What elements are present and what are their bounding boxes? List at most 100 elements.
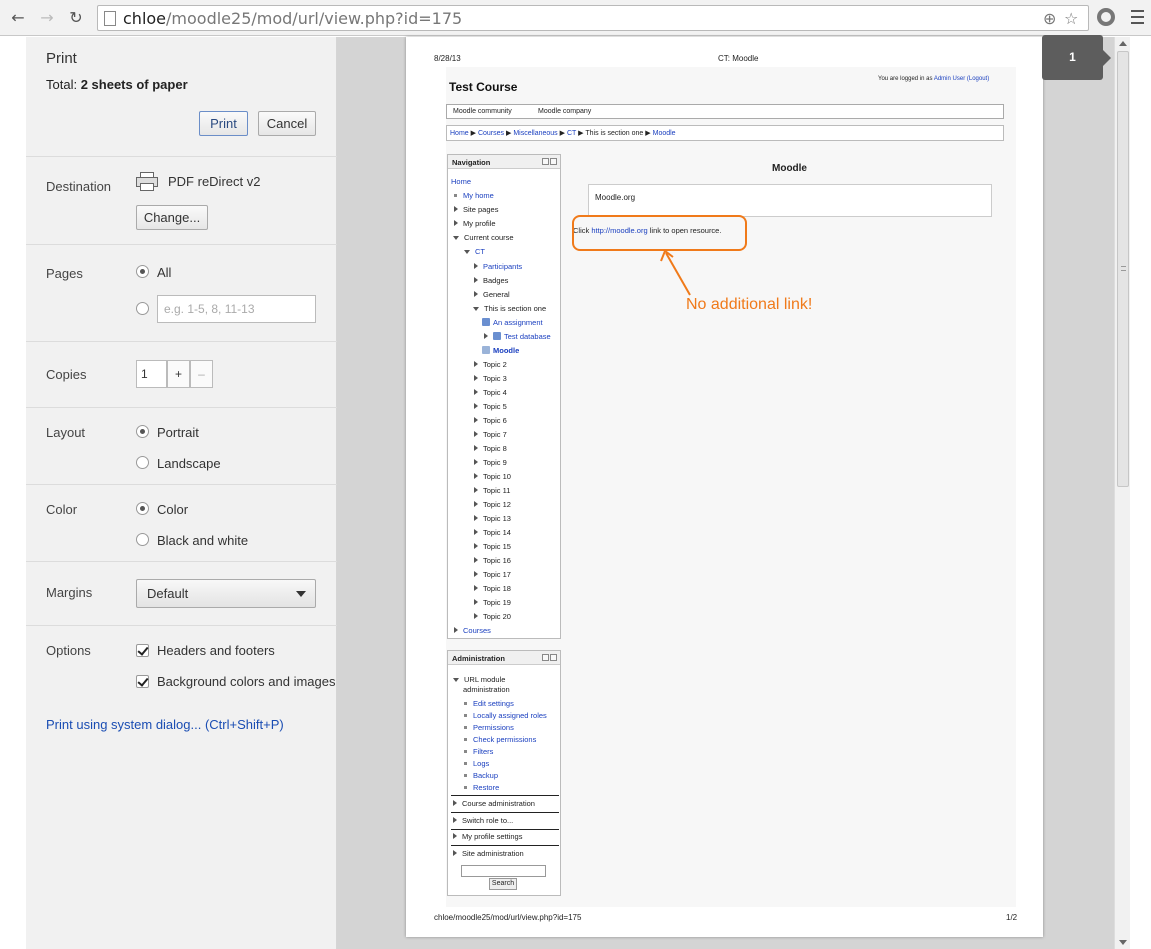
resource-heading: Moodle bbox=[772, 163, 807, 174]
copies-minus-button[interactable]: – bbox=[190, 360, 213, 388]
menu-item-company: Moodle company bbox=[538, 108, 592, 115]
admin-url-module: URL module bbox=[453, 675, 505, 684]
annotation-arrow-icon bbox=[660, 249, 691, 296]
forward-arrow-icon[interactable]: → bbox=[37, 8, 57, 28]
change-destination-button[interactable]: Change... bbox=[136, 205, 208, 230]
copies-section: Copies 1 + – bbox=[26, 341, 337, 407]
destination-value: PDF reDirect v2 bbox=[168, 174, 261, 189]
nav-topic: Topic 14 bbox=[474, 528, 511, 537]
breadcrumb: Home ▶ Courses ▶ Miscellaneous ▶ CT ▶ Th… bbox=[446, 125, 1004, 141]
admin-item: Locally assigned roles bbox=[464, 711, 547, 720]
nav-topic: Topic 17 bbox=[474, 570, 511, 579]
extension-icon[interactable] bbox=[1097, 8, 1115, 26]
headers-footers-checkbox[interactable] bbox=[136, 644, 149, 657]
address-bar[interactable]: chloe/moodle25/mod/url/view.php?id=175 ⊕… bbox=[97, 5, 1089, 31]
nav-topic: Topic 8 bbox=[474, 444, 507, 453]
nav-topic: Topic 7 bbox=[474, 430, 507, 439]
printer-icon bbox=[136, 172, 158, 191]
nav-test-database: Test database bbox=[484, 332, 551, 341]
dock-block-icon bbox=[550, 654, 557, 661]
cancel-button[interactable]: Cancel bbox=[258, 111, 316, 136]
background-graphics-label: Background colors and images bbox=[157, 674, 336, 689]
nav-topic: Topic 5 bbox=[474, 402, 507, 411]
background-graphics-checkbox[interactable] bbox=[136, 675, 149, 688]
pages-all-radio[interactable] bbox=[136, 265, 149, 278]
nav-topic: Topic 3 bbox=[474, 374, 507, 383]
admin-item: Backup bbox=[464, 771, 498, 780]
menu-item-community: Moodle community bbox=[453, 108, 512, 115]
bookmark-star-icon[interactable]: ☆ bbox=[1064, 9, 1078, 28]
destination-section: Destination PDF reDirect v2 Change... bbox=[26, 156, 337, 244]
layout-section: Layout Portrait Landscape bbox=[26, 407, 337, 484]
underlying-page bbox=[0, 37, 26, 949]
window-edge bbox=[1131, 37, 1151, 949]
nav-assignment: An assignment bbox=[482, 318, 543, 327]
nav-my-profile: My profile bbox=[454, 219, 496, 228]
print-header: Print Total: 2 sheets of paper Print Can… bbox=[26, 37, 337, 156]
nav-site-pages: Site pages bbox=[454, 205, 498, 214]
admin-search-input bbox=[461, 865, 546, 877]
admin-item: Logs bbox=[464, 759, 489, 768]
print-total: Total: 2 sheets of paper bbox=[46, 77, 188, 92]
browser-toolbar: ← → ↻ chloe/moodle25/mod/url/view.php?id… bbox=[0, 0, 1151, 36]
administration-block: Administration URL module administration… bbox=[447, 650, 561, 896]
nav-current-course: Current course bbox=[453, 233, 514, 242]
margins-label: Margins bbox=[46, 585, 93, 600]
landscape-label: Landscape bbox=[157, 456, 221, 471]
page-number-badge: 1 bbox=[1042, 35, 1103, 80]
nav-topic: Topic 4 bbox=[474, 388, 507, 397]
zoom-icon[interactable]: ⊕ bbox=[1043, 9, 1056, 28]
back-arrow-icon[interactable]: ← bbox=[8, 8, 28, 28]
copies-input[interactable]: 1 bbox=[136, 360, 167, 388]
landscape-radio[interactable] bbox=[136, 456, 149, 469]
nav-badges: Badges bbox=[474, 276, 508, 285]
system-dialog-link[interactable]: Print using system dialog... (Ctrl+Shift… bbox=[46, 717, 284, 732]
nav-topic: Topic 11 bbox=[474, 486, 510, 495]
admin-switch-role: Switch role to... bbox=[453, 816, 513, 825]
scroll-thumb[interactable] bbox=[1117, 51, 1129, 487]
hide-block-icon bbox=[542, 654, 549, 661]
nav-topic: Topic 18 bbox=[474, 584, 511, 593]
pages-range-input[interactable]: e.g. 1-5, 8, 11-13 bbox=[157, 295, 316, 323]
admin-profile-settings: My profile settings bbox=[453, 832, 522, 841]
url-text: chloe/moodle25/mod/url/view.php?id=175 bbox=[123, 9, 463, 28]
scroll-down-arrow-icon[interactable] bbox=[1119, 940, 1127, 945]
headers-footers-label: Headers and footers bbox=[157, 643, 275, 658]
black-white-radio[interactable] bbox=[136, 533, 149, 546]
scroll-up-arrow-icon[interactable] bbox=[1119, 41, 1127, 46]
login-info: You are logged in as Admin User (Logout) bbox=[878, 76, 990, 82]
menu-icon[interactable] bbox=[1131, 10, 1144, 24]
nav-participants: Participants bbox=[474, 262, 522, 271]
administration-block-title: Administration bbox=[448, 651, 560, 665]
page-icon bbox=[104, 11, 116, 26]
color-option-label: Color bbox=[157, 502, 189, 517]
destination-label: Destination bbox=[46, 179, 112, 194]
navigation-block-title: Navigation bbox=[448, 155, 560, 169]
print-settings-panel: Print Total: 2 sheets of paper Print Can… bbox=[26, 37, 337, 949]
color-label: Color bbox=[46, 502, 78, 517]
portrait-radio[interactable] bbox=[136, 425, 149, 438]
reload-icon[interactable]: ↻ bbox=[66, 8, 86, 28]
margins-select[interactable]: Default bbox=[136, 579, 316, 608]
hide-block-icon bbox=[542, 158, 549, 165]
page-header-title: CT: Moodle bbox=[718, 54, 759, 63]
page-footer-url: chloe/moodle25/mod/url/view.php?id=175 bbox=[434, 913, 582, 922]
nav-topic: Topic 15 bbox=[474, 542, 511, 551]
color-section: Color Color Black and white bbox=[26, 484, 337, 561]
admin-search-button: Search bbox=[489, 878, 517, 890]
copies-plus-button[interactable]: + bbox=[167, 360, 190, 388]
nav-topic: Topic 20 bbox=[474, 612, 511, 621]
admin-course-administration: Course administration bbox=[453, 799, 535, 808]
badge-pointer bbox=[1103, 50, 1111, 66]
page-footer-number: 1/2 bbox=[1006, 913, 1018, 922]
color-radio[interactable] bbox=[136, 502, 149, 515]
pages-custom-radio[interactable] bbox=[136, 302, 149, 315]
preview-scrollbar[interactable] bbox=[1114, 37, 1130, 949]
nav-topic: Topic 16 bbox=[474, 556, 511, 565]
resource-intro-box: Moodle.org bbox=[588, 184, 992, 217]
nav-ct: CT bbox=[464, 247, 485, 256]
print-button[interactable]: Print bbox=[199, 111, 248, 136]
dropdown-arrow-icon bbox=[296, 591, 306, 597]
url-resource-icon bbox=[482, 346, 490, 354]
admin-item: Check permissions bbox=[464, 735, 536, 744]
